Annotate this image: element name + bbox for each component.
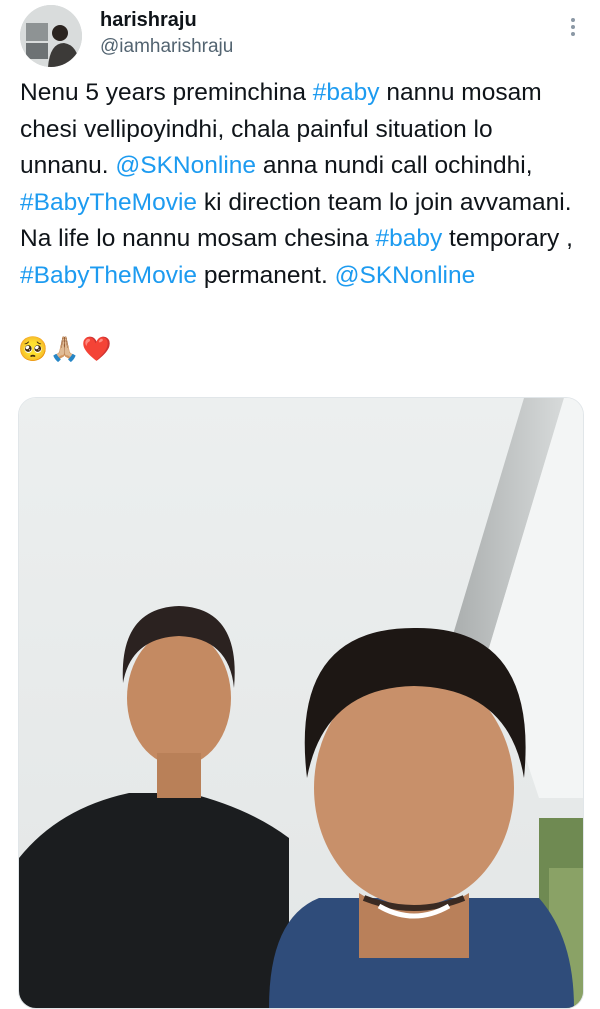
tweet-photo[interactable] [18, 397, 584, 1009]
emoji-row: 🥺🙏🏼❤️ [18, 336, 114, 363]
tweet-text: Nenu 5 years preminchina #baby nannu mos… [20, 75, 580, 294]
more-vertical-icon[interactable] [568, 18, 578, 44]
hashtag-link[interactable]: #BabyTheMovie [20, 189, 197, 216]
text-segment: permanent. [197, 261, 335, 289]
mention-link[interactable]: @SKNonline [115, 152, 256, 179]
text-segment: anna nundi call ochindhi, [256, 152, 533, 179]
hashtag-link[interactable]: #BabyTheMovie [20, 262, 197, 289]
display-name[interactable]: harishraju [100, 9, 197, 32]
text-segment: temporary , [442, 225, 573, 252]
user-handle[interactable]: @iamharishraju [100, 36, 233, 58]
hashtag-link[interactable]: #baby [313, 79, 380, 106]
avatar[interactable] [20, 5, 82, 67]
hashtag-link[interactable]: #baby [375, 225, 442, 252]
text-segment: Nenu 5 years preminchina [20, 79, 313, 106]
mention-link[interactable]: @SKNonline [335, 262, 476, 289]
